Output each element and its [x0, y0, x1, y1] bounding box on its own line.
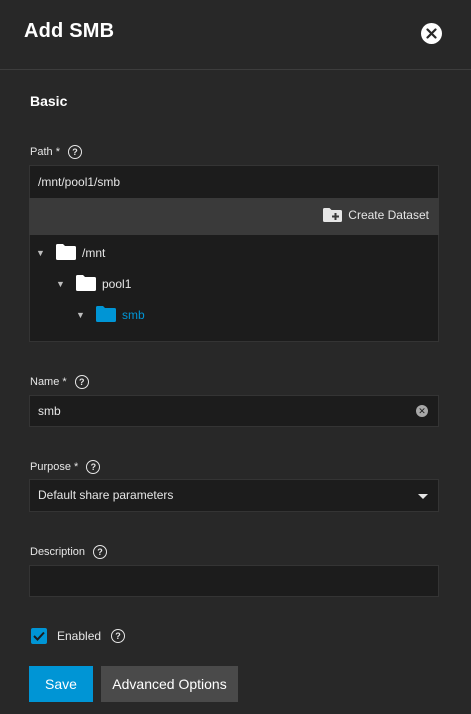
tree-node-label: pool1 — [102, 277, 132, 291]
path-label-row: Path * ? — [30, 144, 82, 160]
description-input[interactable] — [29, 565, 439, 597]
dialog-header: Add SMB — [0, 0, 471, 70]
create-dataset-label: Create Dataset — [348, 208, 429, 222]
tree-node-label: /mnt — [82, 246, 106, 260]
tree-node-smb[interactable]: ▼ smb — [76, 305, 145, 325]
folder-icon — [96, 305, 116, 325]
advanced-options-button[interactable]: Advanced Options — [101, 666, 238, 702]
folder-plus-icon — [323, 208, 343, 222]
checkmark-icon — [33, 631, 45, 641]
name-value: smb — [38, 404, 61, 418]
help-icon[interactable]: ? — [74, 375, 89, 389]
name-label: Name * — [30, 376, 67, 388]
description-label-row: Description ? — [30, 544, 108, 560]
name-label-row: Name * ? — [30, 374, 89, 390]
name-input[interactable]: smb ✕ — [29, 395, 439, 427]
enabled-label: Enabled — [57, 629, 102, 643]
help-icon[interactable]: ? — [93, 545, 108, 559]
help-icon[interactable]: ? — [111, 629, 126, 643]
create-dataset-button[interactable]: Create Dataset — [323, 208, 429, 222]
purpose-value: Default share parameters — [38, 488, 174, 502]
save-button[interactable]: Save — [29, 666, 93, 702]
path-input[interactable]: /mnt/pool1/smb — [29, 165, 439, 199]
purpose-label: Purpose * — [30, 461, 79, 473]
close-icon[interactable] — [421, 23, 442, 44]
expand-arrow-icon[interactable]: ▼ — [36, 248, 46, 258]
clear-icon[interactable]: ✕ — [416, 405, 428, 417]
enabled-row: Enabled ? — [31, 628, 126, 644]
folder-icon — [56, 243, 76, 263]
folder-icon — [76, 274, 96, 294]
path-tree: ▼ /mnt ▼ pool1 ▼ smb — [29, 235, 439, 342]
expand-arrow-icon[interactable]: ▼ — [76, 310, 86, 320]
purpose-select[interactable]: Default share parameters — [29, 479, 439, 512]
purpose-label-row: Purpose * ? — [30, 459, 101, 475]
description-label: Description — [30, 546, 86, 558]
dropdown-arrow-icon — [418, 494, 428, 499]
help-icon[interactable]: ? — [86, 460, 101, 474]
tree-node-mnt[interactable]: ▼ /mnt — [36, 243, 105, 263]
tree-node-pool1[interactable]: ▼ pool1 — [56, 274, 131, 294]
dialog-title: Add SMB — [24, 20, 115, 42]
expand-arrow-icon[interactable]: ▼ — [56, 279, 66, 289]
section-title: Basic — [30, 93, 68, 109]
path-label: Path * — [30, 146, 60, 158]
explorer-toolbar: Create Dataset — [29, 198, 439, 235]
help-icon[interactable]: ? — [67, 145, 82, 159]
tree-node-label: smb — [122, 308, 145, 322]
enabled-checkbox[interactable] — [31, 628, 47, 644]
